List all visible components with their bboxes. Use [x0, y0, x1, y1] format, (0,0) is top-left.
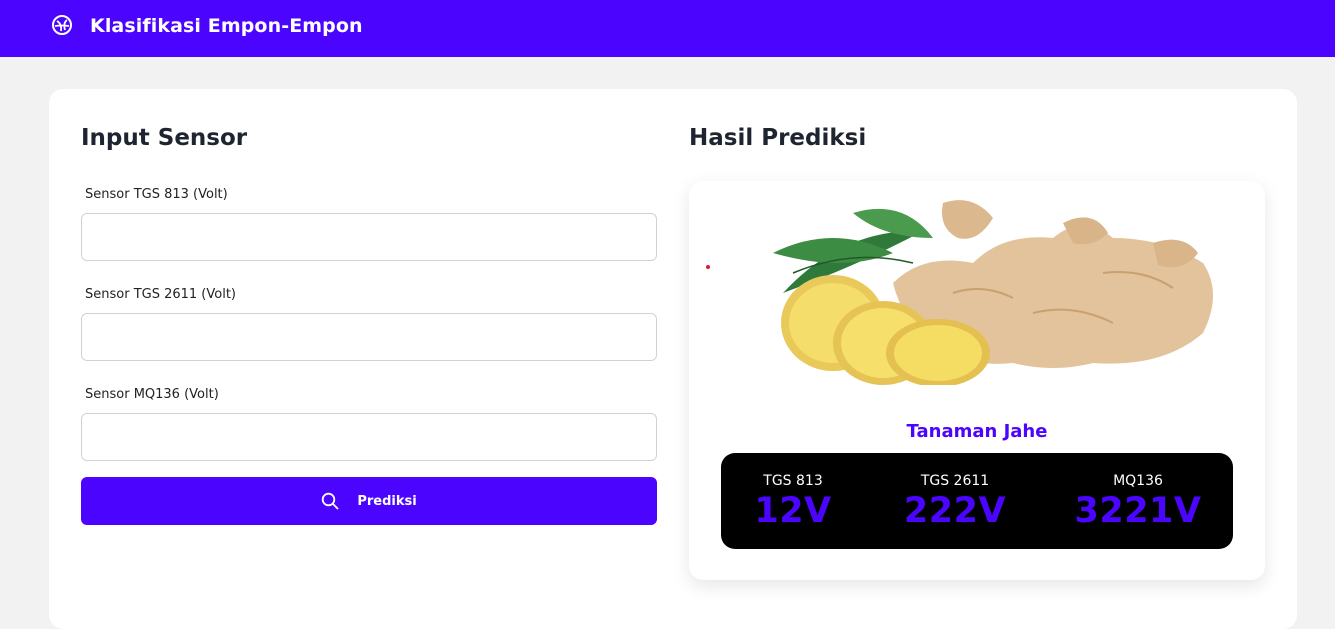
- reading-mq136: MQ136 3221V: [1061, 453, 1215, 549]
- tgs813-input[interactable]: [81, 213, 657, 261]
- app-title[interactable]: Klasifikasi Empon-Empon: [90, 15, 363, 37]
- reading-value: 222V: [903, 491, 1007, 531]
- prediction-result: Tanaman Jahe: [906, 421, 1048, 442]
- ginger-image: [773, 200, 1213, 385]
- red-dot: [706, 265, 710, 269]
- search-icon: [321, 492, 339, 510]
- reading-value: 3221V: [1074, 491, 1202, 531]
- sensor-readings-panel: TGS 813 12V TGS 2611 222V MQ136 3221V: [721, 453, 1233, 549]
- mq136-label: Sensor MQ136 (Volt): [85, 387, 219, 402]
- reading-label: TGS 2611: [920, 473, 990, 489]
- predict-button[interactable]: Prediksi: [81, 477, 657, 525]
- leaf-circle-icon: [51, 14, 73, 36]
- reading-tgs2611: TGS 2611 222V: [885, 453, 1025, 549]
- result-section-title: Hasil Prediksi: [689, 125, 867, 151]
- predict-button-label: Prediksi: [357, 493, 417, 509]
- reading-tgs813: TGS 813 12V: [733, 453, 853, 549]
- navbar: Klasifikasi Empon-Empon: [0, 0, 1335, 57]
- reading-label: TGS 813: [763, 473, 823, 489]
- tgs2611-label: Sensor TGS 2611 (Volt): [85, 287, 236, 302]
- tgs2611-input[interactable]: [81, 313, 657, 361]
- tgs813-label: Sensor TGS 813 (Volt): [85, 187, 228, 202]
- input-section-title: Input Sensor: [81, 125, 248, 151]
- reading-value: 12V: [754, 491, 832, 531]
- reading-label: MQ136: [1113, 473, 1163, 489]
- result-card: Tanaman Jahe TGS 813 12V TGS 2611 222V M…: [689, 181, 1265, 580]
- main-card: Input Sensor Sensor TGS 813 (Volt) Senso…: [49, 89, 1297, 629]
- mq136-input[interactable]: [81, 413, 657, 461]
